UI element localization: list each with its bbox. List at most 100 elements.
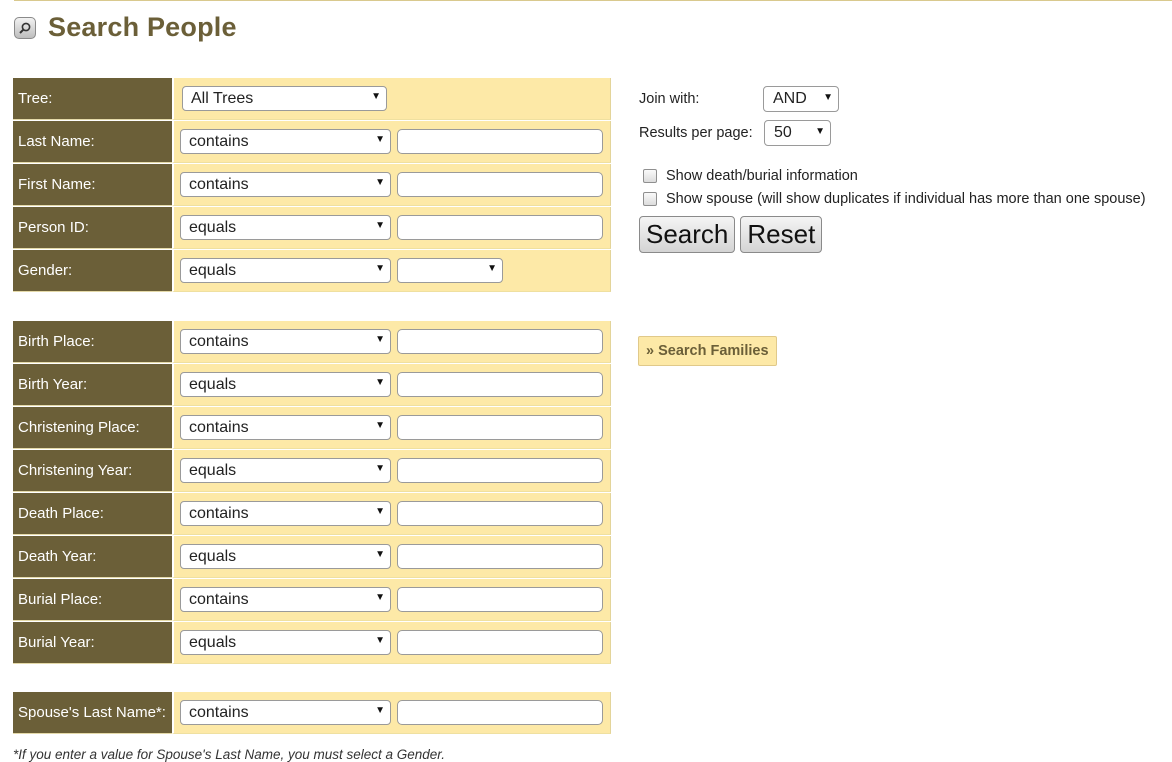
chevron-down-icon: ▼ bbox=[375, 506, 385, 517]
operator-value: contains bbox=[189, 703, 249, 721]
death-year-input[interactable] bbox=[397, 544, 603, 569]
last-name-operator-select[interactable]: contains ▼ bbox=[180, 129, 391, 154]
results-row: Results per page: 50 ▼ bbox=[639, 116, 1146, 150]
spouse-last-name-operator-select[interactable]: contains ▼ bbox=[180, 700, 391, 725]
row-person-id: Person ID: equals ▼ bbox=[13, 207, 611, 250]
chevron-down-icon: ▼ bbox=[375, 220, 385, 231]
row-label: Person ID: bbox=[13, 207, 172, 249]
burial-place-input[interactable] bbox=[397, 587, 603, 612]
burial-year-input[interactable] bbox=[397, 630, 603, 655]
chevron-down-icon: ▼ bbox=[375, 263, 385, 274]
spouse-last-name-input[interactable] bbox=[397, 700, 603, 725]
row-label: Spouse's Last Name*: bbox=[13, 692, 172, 734]
row-birth-year: Birth Year: equals ▼ bbox=[13, 364, 611, 407]
chevron-down-icon: ▼ bbox=[375, 334, 385, 345]
death-place-input[interactable] bbox=[397, 501, 603, 526]
row-gender: Gender: equals ▼ ▼ bbox=[13, 250, 611, 293]
show-death-row: Show death/burial information bbox=[639, 164, 1146, 187]
row-last-name: Last Name: contains ▼ bbox=[13, 121, 611, 164]
row-cell: equals ▼ bbox=[172, 536, 611, 578]
magnifier-icon bbox=[14, 16, 36, 39]
row-cell: contains ▼ bbox=[172, 321, 611, 363]
operator-value: contains bbox=[189, 175, 249, 193]
chevron-down-icon: ▼ bbox=[487, 263, 497, 274]
row-label: Death Year: bbox=[13, 536, 172, 578]
row-death-place: Death Place: contains ▼ bbox=[13, 493, 611, 536]
death-year-operator-select[interactable]: equals ▼ bbox=[180, 544, 391, 569]
show-spouse-checkbox[interactable] bbox=[643, 191, 657, 206]
christening-place-input[interactable] bbox=[397, 415, 603, 440]
birth-year-input[interactable] bbox=[397, 372, 603, 397]
results-label: Results per page: bbox=[639, 125, 753, 141]
row-label: Christening Place: bbox=[13, 407, 172, 449]
chevron-down-icon: ▼ bbox=[375, 705, 385, 716]
row-label: Last Name: bbox=[13, 121, 172, 163]
search-options: Join with: AND ▼ Results per page: 50 ▼ … bbox=[639, 82, 1146, 253]
burial-place-operator-select[interactable]: contains ▼ bbox=[180, 587, 391, 612]
chevron-down-icon: ▼ bbox=[375, 420, 385, 431]
results-value: 50 bbox=[774, 124, 792, 141]
show-spouse-row: Show spouse (will show duplicates if ind… bbox=[639, 187, 1146, 210]
row-death-year: Death Year: equals ▼ bbox=[13, 536, 611, 579]
row-birth-place: Birth Place: contains ▼ bbox=[13, 321, 611, 364]
christening-place-operator-select[interactable]: contains ▼ bbox=[180, 415, 391, 440]
chevron-down-icon: ▼ bbox=[375, 377, 385, 388]
join-label: Join with: bbox=[639, 91, 700, 107]
chevron-down-icon: ▼ bbox=[375, 177, 385, 188]
top-border bbox=[14, 0, 1172, 1]
row-cell: equals ▼ bbox=[172, 622, 611, 664]
chevron-down-icon: ▼ bbox=[375, 635, 385, 646]
burial-year-operator-select[interactable]: equals ▼ bbox=[180, 630, 391, 655]
row-cell: equals ▼ bbox=[172, 450, 611, 492]
reset-button[interactable]: Reset bbox=[740, 216, 823, 253]
chevron-down-icon: ▼ bbox=[375, 463, 385, 474]
last-name-input[interactable] bbox=[397, 129, 603, 154]
search-families-link[interactable]: » Search Families bbox=[638, 336, 777, 366]
tree-select-value: All Trees bbox=[191, 89, 254, 107]
results-per-page-select[interactable]: 50 ▼ bbox=[764, 120, 831, 146]
row-label: Death Place: bbox=[13, 493, 172, 535]
operator-value: contains bbox=[189, 332, 249, 350]
chevron-down-icon: ▼ bbox=[371, 91, 381, 102]
birth-year-operator-select[interactable]: equals ▼ bbox=[180, 372, 391, 397]
show-spouse-label: Show spouse (will show duplicates if ind… bbox=[666, 190, 1146, 207]
chevron-down-icon: ▼ bbox=[375, 134, 385, 145]
page-title: Search People bbox=[48, 12, 237, 42]
birth-place-operator-select[interactable]: contains ▼ bbox=[180, 329, 391, 354]
search-button[interactable]: Search bbox=[639, 216, 736, 253]
row-label: Birth Place: bbox=[13, 321, 172, 363]
row-cell: contains ▼ bbox=[172, 121, 611, 163]
row-label: Burial Year: bbox=[13, 622, 172, 664]
row-burial-place: Burial Place: contains ▼ bbox=[13, 579, 611, 622]
row-cell: equals ▼ bbox=[172, 364, 611, 406]
operator-value: equals bbox=[189, 461, 237, 479]
birth-place-input[interactable] bbox=[397, 329, 603, 354]
first-name-operator-select[interactable]: contains ▼ bbox=[180, 172, 391, 197]
page-header: Search People bbox=[14, 12, 237, 43]
row-christening-place: Christening Place: contains ▼ bbox=[13, 407, 611, 450]
row-label: First Name: bbox=[13, 164, 172, 206]
person-id-input[interactable] bbox=[397, 215, 603, 240]
christening-year-input[interactable] bbox=[397, 458, 603, 483]
row-spouse-last-name: Spouse's Last Name*: contains ▼ bbox=[13, 692, 611, 735]
tree-select[interactable]: All Trees ▼ bbox=[182, 86, 387, 111]
row-label: Birth Year: bbox=[13, 364, 172, 406]
row-label: Tree: bbox=[13, 78, 172, 120]
gender-value-select[interactable]: ▼ bbox=[397, 258, 503, 283]
first-name-input[interactable] bbox=[397, 172, 603, 197]
join-select[interactable]: AND ▼ bbox=[763, 86, 839, 112]
row-cell: equals ▼ ▼ bbox=[172, 250, 611, 292]
chevron-down-icon: ▼ bbox=[815, 126, 825, 137]
death-place-operator-select[interactable]: contains ▼ bbox=[180, 501, 391, 526]
gender-operator-select[interactable]: equals ▼ bbox=[180, 258, 391, 283]
row-cell: contains ▼ bbox=[172, 407, 611, 449]
operator-value: equals bbox=[189, 633, 237, 651]
person-id-operator-select[interactable]: equals ▼ bbox=[180, 215, 391, 240]
operator-value: contains bbox=[189, 590, 249, 608]
row-cell: contains ▼ bbox=[172, 164, 611, 206]
operator-value: equals bbox=[189, 261, 237, 279]
show-death-checkbox[interactable] bbox=[643, 168, 657, 183]
row-cell: contains ▼ bbox=[172, 579, 611, 621]
row-cell: equals ▼ bbox=[172, 207, 611, 249]
christening-year-operator-select[interactable]: equals ▼ bbox=[180, 458, 391, 483]
